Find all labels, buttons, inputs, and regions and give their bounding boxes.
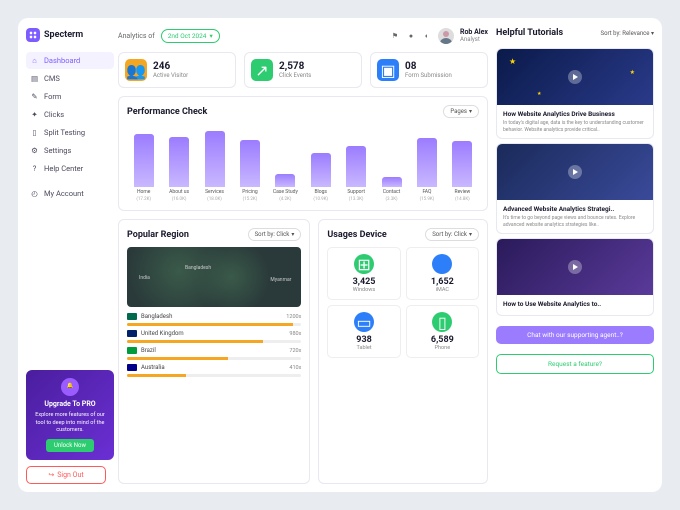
theme-icon[interactable]: ◐	[422, 31, 432, 41]
stat-icon: ↗	[251, 59, 273, 81]
bar-faq[interactable]: FAQ(15.9K)	[410, 138, 443, 202]
tutorial-image: ★★★	[497, 49, 653, 105]
stat-click-events: ↗2,578Click Events	[244, 52, 362, 88]
form-icon: ✎	[30, 92, 39, 101]
tutorial-card[interactable]: Advanced Website Analytics Strategi..It'…	[496, 143, 654, 234]
sidebar-item-label: Settings	[44, 146, 71, 155]
sidebar-item-form[interactable]: ✎ Form	[26, 88, 114, 105]
bar-blogs[interactable]: Blogs(10.9K)	[304, 153, 337, 202]
sidebar-item-label: Form	[44, 92, 61, 101]
tutorial-image	[497, 144, 653, 200]
region-map[interactable]: India Bangladesh Myanmar	[127, 247, 301, 307]
performance-card: Performance Check Pages▾ Home(17.2K)Abou…	[118, 96, 488, 211]
play-icon	[568, 165, 582, 179]
account-icon: ◴	[30, 189, 39, 198]
stat-form-submission: ▣08Form Submission	[370, 52, 488, 88]
settings-icon: ⚙	[30, 146, 39, 155]
sidebar-item-clicks[interactable]: ✦ Clicks	[26, 106, 114, 123]
phone-icon: ▯	[432, 312, 452, 332]
flag-icon	[127, 364, 137, 371]
bar-about-us[interactable]: About us(16.0K)	[162, 137, 195, 202]
sidebar-item-label: CMS	[44, 74, 60, 83]
promo-title: Upgrade To PRO	[32, 400, 108, 410]
sidebar-item-split-testing[interactable]: ▯ Split Testing	[26, 124, 114, 141]
request-feature-button[interactable]: Request a feature?	[496, 354, 654, 374]
brand-name: Specterm	[44, 30, 83, 40]
split-icon: ▯	[30, 128, 39, 137]
windows-icon: ⊞	[354, 254, 374, 274]
sidebar-item-label: My Account	[44, 189, 84, 198]
play-icon	[568, 260, 582, 274]
promo-desc: Explore more features of our tool to dee…	[32, 412, 108, 435]
bar-services[interactable]: Services(18.0K)	[198, 131, 231, 202]
tutorial-image	[497, 239, 653, 295]
device-windows: ⊞3,425Windows	[327, 247, 400, 300]
flag-icon	[127, 347, 137, 354]
tablet-icon: ▭	[354, 312, 374, 332]
tutorial-card[interactable]: ★★★How Website Analytics Drive BusinessI…	[496, 48, 654, 139]
sign-out-button[interactable]: ↪ Sign Out	[26, 466, 106, 484]
flag-icon	[127, 313, 137, 320]
stat-icon: ▣	[377, 59, 399, 81]
bar-contact[interactable]: Contact(3.3K)	[375, 177, 408, 202]
upgrade-promo: 🔔 Upgrade To PRO Explore more features o…	[26, 370, 114, 460]
device-tablet: ▭938Tablet	[327, 305, 400, 358]
user-info: Rob Alex Analyst	[460, 29, 488, 43]
chart-filter[interactable]: Pages▾	[443, 105, 479, 118]
sidebar-item-label: Clicks	[44, 110, 64, 119]
sidebar-item-label: Split Testing	[44, 128, 85, 137]
sidebar-item-label: Dashboard	[44, 56, 80, 65]
region-row: Brazil720x	[127, 347, 301, 360]
region-row: Australia410x	[127, 364, 301, 377]
flag-icon	[127, 330, 137, 337]
date-picker[interactable]: 2nd Oct 2024 ▾	[161, 29, 220, 43]
sidebar-item-dashboard[interactable]: ⌂ Dashboard	[26, 52, 114, 69]
device-imac: 1,652iMAC	[406, 247, 479, 300]
devices-card: Usages Device Sort by: Click ▾ ⊞3,425Win…	[318, 219, 488, 484]
region-row: United Kingdom980x	[127, 330, 301, 343]
unlock-button[interactable]: Unlock Now	[46, 439, 94, 452]
cms-icon: ▤	[30, 74, 39, 83]
avatar[interactable]	[438, 28, 454, 44]
analytics-label: Analytics of	[118, 32, 155, 40]
sidebar-item-my-account[interactable]: ◴ My Account	[26, 185, 114, 202]
chevron-down-icon: ▾	[469, 108, 472, 115]
bar-pricing[interactable]: Pricing(15.2K)	[233, 140, 266, 202]
clicks-icon: ✦	[30, 110, 39, 119]
sidebar-item-help-center[interactable]: ? Help Center	[26, 160, 114, 177]
region-card: Popular Region Sort by: Click ▾ India Ba…	[118, 219, 310, 484]
bar-support[interactable]: Support(13.3K)	[339, 146, 372, 202]
home-icon: ⌂	[30, 56, 39, 65]
apple-icon	[432, 254, 452, 274]
sidebar-item-label: Help Center	[44, 164, 83, 173]
chart-title: Performance Check	[127, 107, 207, 117]
stat-icon: 👥	[125, 59, 147, 81]
chat-button[interactable]: Chat with our supporting agent..?	[496, 326, 654, 344]
logo-icon	[26, 28, 40, 42]
stat-active-visitor: 👥246Active Visitor	[118, 52, 236, 88]
region-row: Bangladesh1200x	[127, 313, 301, 326]
logo[interactable]: Specterm	[26, 28, 114, 42]
device-sort[interactable]: Sort by: Click ▾	[425, 228, 479, 241]
flag-icon[interactable]: ⚑	[390, 31, 400, 41]
notification-icon[interactable]: ●	[406, 31, 416, 41]
sidebar-item-settings[interactable]: ⚙ Settings	[26, 142, 114, 159]
bar-review[interactable]: Review(14.8K)	[446, 141, 479, 202]
sidebar-item-cms[interactable]: ▤ CMS	[26, 70, 114, 87]
device-phone: ▯6,589Phone	[406, 305, 479, 358]
tutorial-card[interactable]: How to Use Website Analytics to..	[496, 238, 654, 316]
promo-icon: 🔔	[61, 378, 79, 396]
region-sort[interactable]: Sort by: Click ▾	[248, 228, 302, 241]
chevron-down-icon: ▾	[209, 32, 212, 40]
help-icon: ?	[30, 164, 39, 173]
tutorials-title: Helpful Tutorials	[496, 28, 563, 38]
bar-home[interactable]: Home(17.2K)	[127, 134, 160, 202]
tutorials-sort[interactable]: Sort by: Relevance ▾	[601, 30, 654, 37]
signout-icon: ↪	[48, 471, 54, 479]
bar-case-study[interactable]: Case Study(4.2K)	[269, 174, 302, 202]
play-icon	[568, 70, 582, 84]
